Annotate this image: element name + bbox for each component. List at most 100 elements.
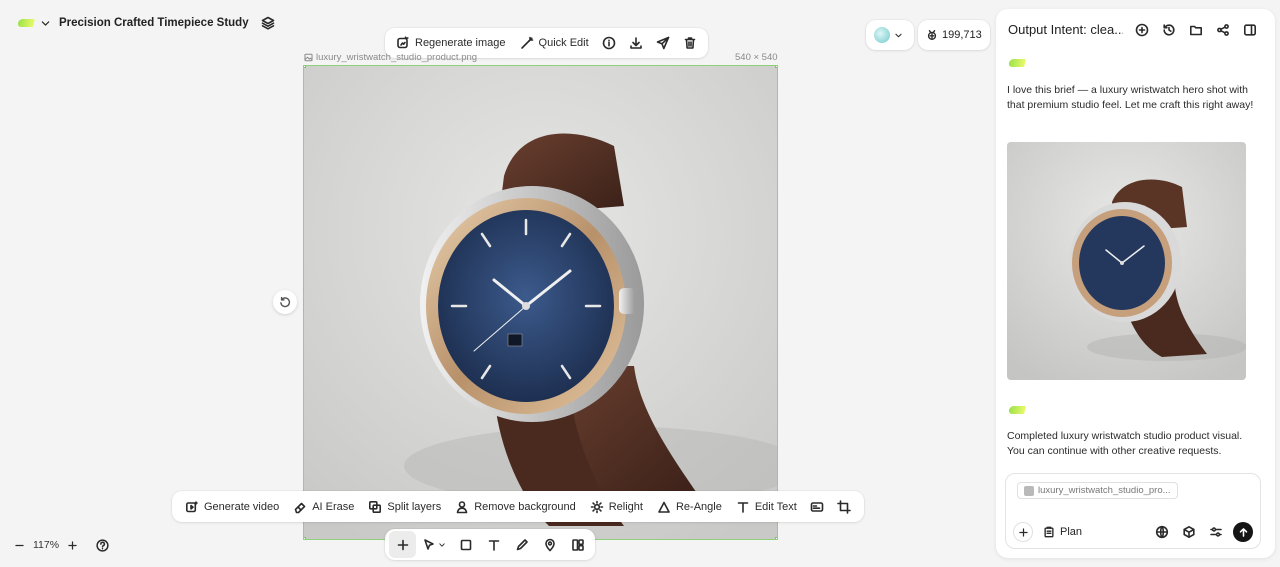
clipboard-icon — [1043, 526, 1055, 538]
info-button[interactable] — [596, 30, 623, 57]
rotate-button[interactable] — [273, 290, 297, 314]
crop-icon — [837, 499, 852, 514]
generate-video-label: Generate video — [204, 500, 280, 513]
regenerate-label: Regenerate image — [415, 37, 506, 49]
sun-icon — [590, 500, 604, 514]
quick-edit-button[interactable]: Quick Edit — [513, 29, 596, 57]
text-icon — [487, 538, 501, 552]
panel-header-actions — [1132, 23, 1260, 37]
edit-text-button[interactable]: Edit Text — [729, 493, 804, 521]
download-icon — [629, 36, 643, 50]
person-icon — [455, 500, 469, 514]
chevron-down-icon[interactable] — [40, 18, 51, 29]
cube-icon[interactable] — [1175, 525, 1202, 539]
history-icon[interactable] — [1159, 23, 1179, 37]
attachment-chip[interactable]: luxury_wristwatch_studio_pro... — [1017, 482, 1178, 499]
text-tool-button[interactable] — [480, 531, 507, 558]
chevron-down-icon — [438, 541, 446, 549]
generated-image-thumbnail[interactable] — [1007, 142, 1246, 380]
video-icon — [185, 500, 199, 514]
share-icon[interactable] — [1213, 23, 1233, 37]
zoom-level[interactable]: 117% — [33, 539, 59, 551]
chevron-down-icon — [894, 31, 903, 40]
relight-button[interactable]: Relight — [583, 493, 650, 521]
split-layers-icon — [368, 500, 382, 514]
rectangle-tool-button[interactable] — [452, 531, 479, 558]
account-switcher[interactable] — [866, 20, 914, 50]
edit-text-label: Edit Text — [754, 500, 797, 513]
zoom-out-icon[interactable] — [14, 540, 25, 551]
panel-toggle-icon[interactable] — [1240, 23, 1260, 37]
info-icon — [602, 36, 616, 50]
settings-sliders-icon[interactable] — [1202, 525, 1229, 539]
re-angle-button[interactable]: Re-Angle — [650, 493, 729, 521]
split-layers-button[interactable]: Split layers — [361, 493, 448, 521]
project-title[interactable]: Precision Crafted Timepiece Study — [59, 17, 249, 29]
credits-badge[interactable]: 199,713 — [918, 20, 990, 50]
new-chat-icon[interactable] — [1132, 23, 1152, 37]
ai-erase-label: AI Erase — [312, 500, 355, 513]
crop-button[interactable] — [831, 493, 858, 520]
globe-icon[interactable] — [1148, 525, 1175, 539]
watch-illustration — [304, 66, 777, 539]
help-icon[interactable] — [96, 538, 109, 552]
trash-icon — [683, 36, 697, 50]
caption-icon — [810, 500, 824, 514]
chat-composer: luxury_wristwatch_studio_pro... Plan — [1005, 473, 1261, 549]
image-file-icon — [304, 53, 313, 62]
magic-wand-icon — [520, 36, 534, 50]
caption-button[interactable] — [804, 493, 831, 520]
plus-icon — [1018, 527, 1029, 538]
select-tool-button[interactable] — [417, 531, 451, 558]
panel-title[interactable]: Output Intent: clea... — [1008, 22, 1123, 37]
resize-handle-bl[interactable] — [304, 537, 306, 539]
folder-icon[interactable] — [1186, 23, 1206, 37]
quick-edit-label: Quick Edit — [538, 37, 589, 49]
delete-button[interactable] — [677, 30, 704, 57]
attachment-thumbnail — [1024, 485, 1034, 496]
download-button[interactable] — [623, 30, 650, 57]
regenerate-icon — [396, 36, 410, 50]
file-name: luxury_wristwatch_studio_product.png — [316, 52, 478, 63]
remove-background-button[interactable]: Remove background — [448, 493, 583, 521]
ai-erase-button[interactable]: AI Erase — [286, 493, 361, 521]
assistant-logo — [1008, 59, 1026, 67]
chat-panel: Output Intent: clea... I love this brief… — [996, 9, 1275, 558]
pin-tool-button[interactable] — [536, 531, 563, 558]
project-bar: Precision Crafted Timepiece Study — [17, 14, 275, 32]
generate-video-button[interactable]: Generate video — [178, 493, 286, 521]
location-pin-icon — [543, 538, 557, 552]
plan-mode-button[interactable]: Plan — [1043, 526, 1082, 538]
text-icon — [736, 500, 750, 514]
watch-thumbnail-illustration — [1007, 142, 1246, 380]
rectangle-icon — [459, 538, 473, 552]
angle-icon — [657, 500, 671, 514]
eraser-icon — [293, 500, 307, 514]
paper-plane-icon — [656, 36, 670, 50]
layout-tool-button[interactable] — [564, 531, 591, 558]
cursor-icon — [422, 538, 436, 552]
split-layers-label: Split layers — [387, 500, 442, 513]
credits-icon — [926, 29, 938, 41]
add-tool-button[interactable] — [389, 531, 416, 558]
plus-icon — [396, 538, 410, 552]
pen-tool-button[interactable] — [508, 531, 535, 558]
image-dimensions: 540 × 540 — [735, 52, 778, 63]
re-angle-label: Re-Angle — [675, 500, 722, 513]
resize-handle-tl[interactable] — [304, 66, 306, 68]
pen-icon — [515, 538, 529, 552]
brand-logo — [17, 19, 35, 27]
layout-icon — [571, 538, 585, 552]
layers-icon[interactable] — [261, 16, 275, 30]
resize-handle-br[interactable] — [775, 537, 777, 539]
credits-value: 199,713 — [942, 29, 982, 41]
attach-button[interactable] — [1013, 522, 1033, 542]
resize-handle-tr[interactable] — [775, 66, 777, 68]
relight-label: Relight — [608, 500, 643, 513]
canvas-image[interactable] — [303, 65, 778, 540]
assistant-logo — [1008, 406, 1026, 414]
edit-toolbar: Generate video AI Erase Split layers Rem… — [172, 491, 864, 522]
send-message-button[interactable] — [1233, 522, 1253, 542]
send-button[interactable] — [650, 30, 677, 57]
zoom-in-icon[interactable] — [67, 540, 78, 551]
